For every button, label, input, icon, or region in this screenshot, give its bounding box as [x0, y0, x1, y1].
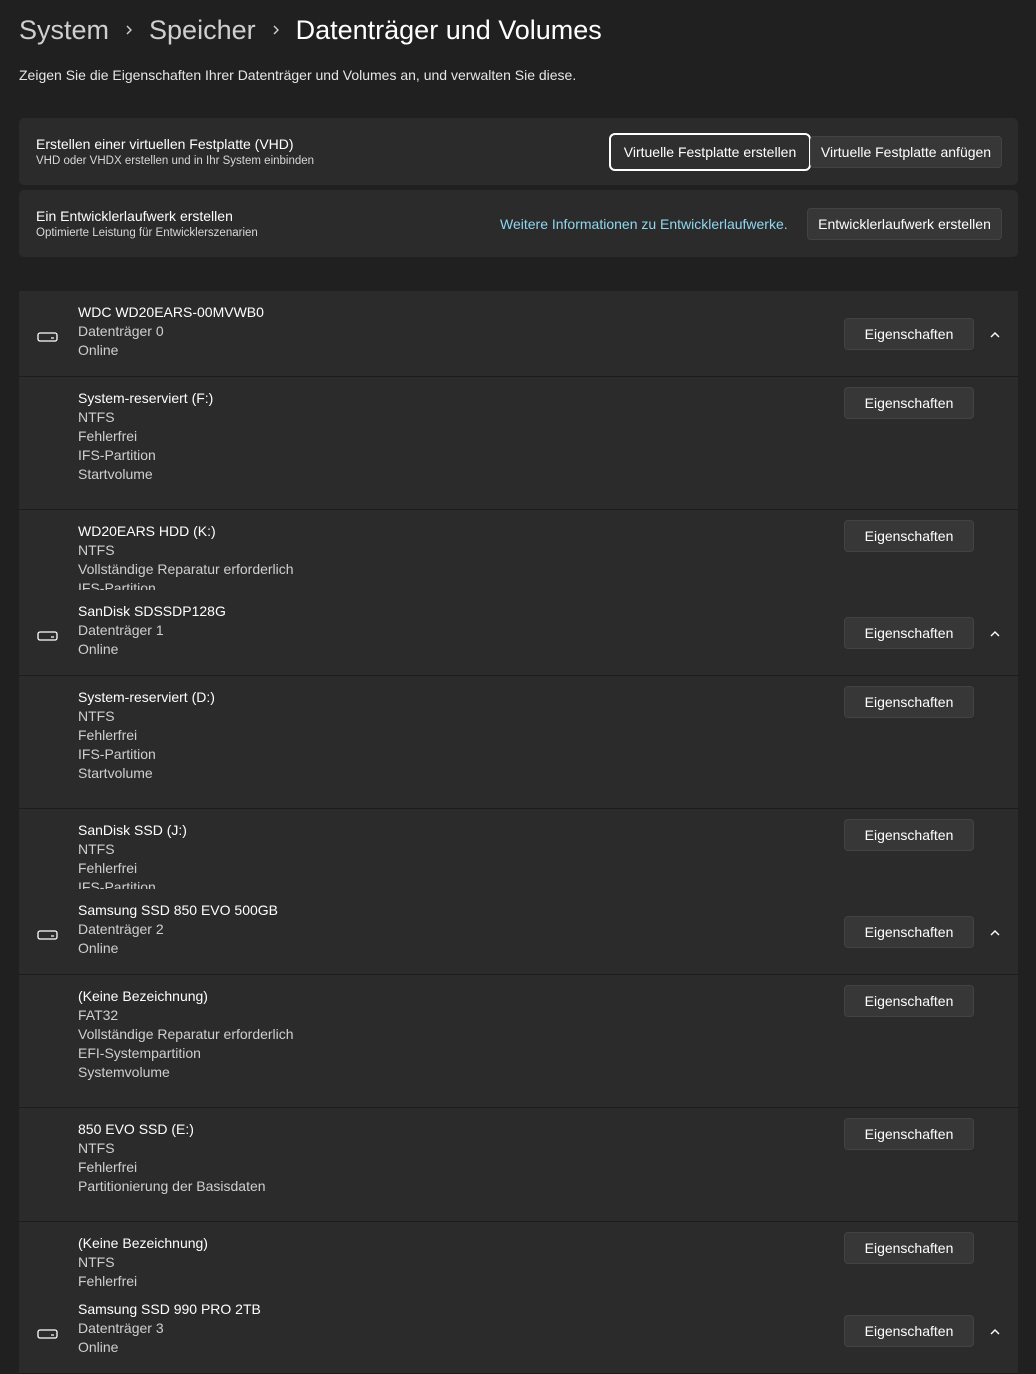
disk-status: Online: [78, 940, 119, 956]
breadcrumb: System Speicher Datenträger und Volumes: [19, 10, 602, 50]
volume-detail: NTFS: [78, 542, 115, 558]
disk-header[interactable]: WDC WD20EARS-00MVWB0 Datenträger 0 Online E…: [19, 291, 1018, 377]
hard-drive-icon: [37, 329, 58, 342]
volume-detail: IFS-Partition: [78, 746, 156, 762]
volume-detail: Vollständige Reparatur erforderlich: [78, 561, 294, 577]
dev-drive-card: Ein Entwicklerlaufwerk erstellen Optimie…: [19, 190, 1018, 257]
disk-name: Samsung SSD 990 PRO 2TB: [78, 1301, 261, 1317]
create-vhd-button[interactable]: Virtuelle Festplatte erstellen: [609, 133, 811, 171]
disk-name: Samsung SSD 850 EVO 500GB: [78, 902, 278, 918]
disk-number: Datenträger 3: [78, 1320, 164, 1336]
chevron-up-icon[interactable]: [989, 328, 1001, 340]
volume-detail: NTFS: [78, 1254, 115, 1270]
volume-properties-button[interactable]: Eigenschaften: [844, 686, 974, 718]
chevron-up-icon[interactable]: [989, 926, 1001, 938]
volume-name: System-reserviert (D:): [78, 689, 215, 705]
disk-properties-button[interactable]: Eigenschaften: [844, 318, 974, 350]
disk-header[interactable]: Samsung SSD 850 EVO 500GB Datenträger 2 On…: [19, 889, 1018, 975]
volume-row: System-reserviert (F:) NTFS Fehlerfrei IFS-…: [19, 377, 1018, 510]
disk-section: Samsung SSD 990 PRO 2TB Datenträger 3 Onli…: [19, 1288, 1018, 1374]
breadcrumb-storage[interactable]: Speicher: [149, 15, 256, 46]
page-description: Zeigen Sie die Eigenschaften Ihrer Daten…: [19, 67, 577, 83]
volume-properties-button[interactable]: Eigenschaften: [844, 387, 974, 419]
dev-drive-card-title: Ein Entwicklerlaufwerk erstellen: [36, 208, 233, 224]
volume-detail: Fehlerfrei: [78, 727, 138, 743]
disk-section: Samsung SSD 850 EVO 500GB Datenträger 2 On…: [19, 889, 1018, 1336]
hard-drive-icon: [37, 1326, 58, 1339]
disk-properties-button[interactable]: Eigenschaften: [844, 1315, 974, 1347]
volume-row: 850 EVO SSD (E:) NTFS Fehlerfrei Partitioni…: [19, 1108, 1018, 1222]
disk-name: SanDisk SDSSDP128G: [78, 603, 226, 619]
volume-info: WD20EARS HDD (K:) NTFS Vollständige Repara…: [78, 522, 294, 598]
disk-status: Online: [78, 342, 119, 358]
create-dev-drive-button[interactable]: Entwicklerlaufwerk erstellen: [807, 208, 1002, 240]
dev-drive-card-description: Optimierte Leistung für Entwicklerszenar…: [36, 227, 258, 239]
volume-name: System-reserviert (F:): [78, 390, 214, 406]
volume-info: SanDisk SSD (J:) NTFS Fehlerfrei IFS-Partit…: [78, 821, 187, 897]
disk-name: WDC WD20EARS-00MVWB0: [78, 304, 264, 320]
volume-row: (Keine Bezeichnung) FAT32 Vollständige Rep…: [19, 975, 1018, 1108]
volume-info: (Keine Bezeichnung) FAT32 Vollständige Rep…: [78, 987, 294, 1082]
volume-detail: Fehlerfrei: [78, 428, 138, 444]
volume-detail: NTFS: [78, 708, 115, 724]
vhd-card: Erstellen einer virtuellen Festplatte (V…: [19, 118, 1018, 185]
disk-properties-button[interactable]: Eigenschaften: [844, 916, 974, 948]
chevron-right-icon: [109, 24, 149, 36]
disk-number: Datenträger 2: [78, 921, 164, 937]
disk-info: SanDisk SDSSDP128G Datenträger 1 Online: [78, 602, 226, 659]
volume-properties-button[interactable]: Eigenschaften: [844, 1118, 974, 1150]
hard-drive-icon: [37, 628, 58, 641]
chevron-up-icon[interactable]: [989, 627, 1001, 639]
disk-properties-button[interactable]: Eigenschaften: [844, 617, 974, 649]
disk-status: Online: [78, 641, 119, 657]
page-title: Datenträger und Volumes: [295, 14, 602, 45]
volume-detail: NTFS: [78, 1140, 115, 1156]
volume-name: (Keine Bezeichnung): [78, 988, 208, 1004]
volume-properties-button[interactable]: Eigenschaften: [844, 819, 974, 851]
volume-detail: IFS-Partition: [78, 447, 156, 463]
disk-number: Datenträger 1: [78, 622, 164, 638]
volume-detail: Startvolume: [78, 466, 153, 482]
disk-info: Samsung SSD 850 EVO 500GB Datenträger 2 On…: [78, 901, 278, 958]
vhd-card-title: Erstellen einer virtuellen Festplatte (V…: [36, 136, 294, 152]
volume-name: WD20EARS HDD (K:): [78, 523, 216, 539]
volume-name: SanDisk SSD (J:): [78, 822, 187, 838]
attach-vhd-button[interactable]: Virtuelle Festplatte anfügen: [810, 136, 1002, 168]
chevron-up-icon[interactable]: [989, 1325, 1001, 1337]
volume-row: System-reserviert (D:) NTFS Fehlerfrei IFS-…: [19, 676, 1018, 809]
chevron-right-icon: [256, 24, 296, 36]
volume-detail: Partitionierung der Basisdaten: [78, 1178, 266, 1194]
volume-properties-button[interactable]: Eigenschaften: [844, 520, 974, 552]
volume-detail: Fehlerfrei: [78, 1159, 138, 1175]
volume-detail: EFI-Systempartition: [78, 1045, 201, 1061]
volume-name: (Keine Bezeichnung): [78, 1235, 208, 1251]
volume-properties-button[interactable]: Eigenschaften: [844, 985, 974, 1017]
volume-properties-button[interactable]: Eigenschaften: [844, 1232, 974, 1264]
disk-number: Datenträger 0: [78, 323, 164, 339]
volume-detail: Vollständige Reparatur erforderlich: [78, 1026, 294, 1042]
volume-detail: FAT32: [78, 1007, 119, 1023]
disk-section: WDC WD20EARS-00MVWB0 Datenträger 0 Online E…: [19, 291, 1018, 624]
hard-drive-icon: [37, 927, 58, 940]
vhd-card-description: VHD oder VHDX erstellen und in Ihr Syste…: [36, 155, 315, 167]
volume-info: System-reserviert (F:) NTFS Fehlerfrei IFS-…: [78, 389, 213, 484]
disk-info: Samsung SSD 990 PRO 2TB Datenträger 3 Onli…: [78, 1300, 261, 1357]
breadcrumb-system[interactable]: System: [19, 15, 109, 46]
volume-detail: NTFS: [78, 841, 115, 857]
volume-info: System-reserviert (D:) NTFS Fehlerfrei IFS-…: [78, 688, 215, 783]
disk-section: SanDisk SDSSDP128G Datenträger 1 Online Eig…: [19, 590, 1018, 923]
volume-name: 850 EVO SSD (E:): [78, 1121, 194, 1137]
volume-detail: Systemvolume: [78, 1064, 170, 1080]
volume-detail: NTFS: [78, 409, 115, 425]
disk-header[interactable]: SanDisk SDSSDP128G Datenträger 1 Online Eig…: [19, 590, 1018, 676]
dev-drive-info-link[interactable]: Weitere Informationen zu Entwicklerlaufw…: [500, 216, 788, 232]
volume-detail: Fehlerfrei: [78, 860, 138, 876]
volume-detail: Startvolume: [78, 765, 153, 781]
disk-header[interactable]: Samsung SSD 990 PRO 2TB Datenträger 3 Onli…: [19, 1288, 1018, 1374]
disk-status: Online: [78, 1339, 119, 1355]
volume-info: 850 EVO SSD (E:) NTFS Fehlerfrei Partitioni…: [78, 1120, 266, 1196]
disk-info: WDC WD20EARS-00MVWB0 Datenträger 0 Online: [78, 303, 264, 360]
